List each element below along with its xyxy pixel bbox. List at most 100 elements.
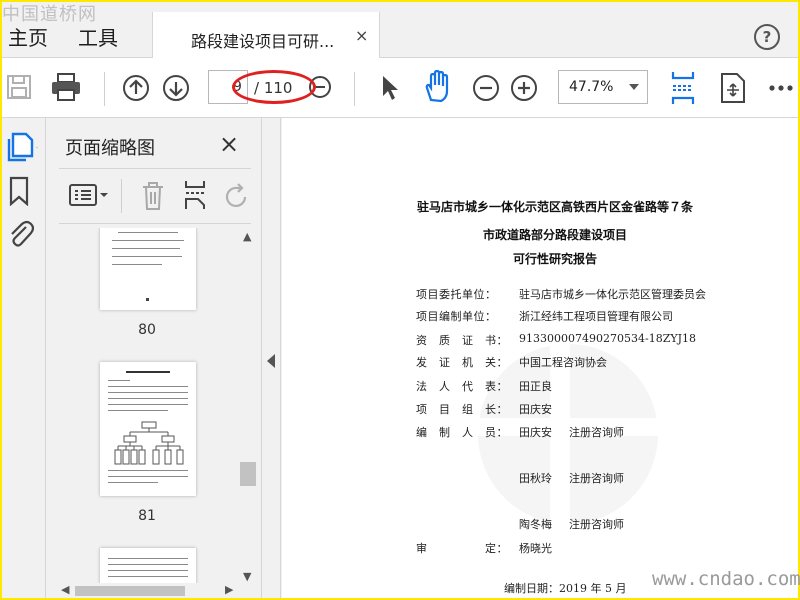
document-title-line: 驻马店市城乡一体化示范区高铁西片区金雀路等７条 — [416, 200, 693, 214]
field-value: 田庆安 — [519, 426, 552, 439]
thumb-text-line — [112, 264, 162, 265]
field-label: 审 定： — [416, 542, 508, 555]
acrobat-window: 主页 工具 路段建设项目可研... × ? 9 / 110 47.7% 页面缩略… — [2, 2, 798, 598]
scroll-up-icon[interactable]: ▲ — [243, 230, 251, 243]
thumbnail-list: 80 81 — [47, 228, 241, 583]
field-label: 项目委托单位： — [416, 288, 497, 301]
zoom-value: 47.7% — [569, 79, 614, 95]
thumb-text-line — [108, 404, 188, 405]
thumb-text-line — [108, 558, 188, 559]
thumbnail-tools — [59, 168, 251, 224]
attachments-icon[interactable] — [6, 218, 34, 248]
toolbar-separator — [354, 72, 355, 106]
scrollbar-thumb[interactable] — [75, 586, 185, 596]
insert-page-icon[interactable] — [183, 179, 209, 211]
zoom-out-icon[interactable] — [472, 74, 500, 102]
scrollbar-thumb[interactable] — [240, 462, 256, 486]
field-value: 杨晓光 — [519, 542, 552, 555]
panel-splitter[interactable] — [261, 118, 281, 598]
site-url-watermark: www.cndao.com — [652, 568, 800, 590]
menu-home[interactable]: 主页 — [8, 22, 48, 51]
thumb-text-line — [108, 564, 188, 565]
chevron-down-icon — [629, 84, 639, 90]
page-thumbnails-icon[interactable] — [4, 130, 38, 164]
compile-date: 编制日期：2019 年 5 月 — [504, 582, 627, 595]
scroll-left-icon[interactable]: ◀ — [61, 583, 69, 596]
site-logo-watermark: 中国道桥网 — [2, 4, 97, 25]
tab-close-icon[interactable]: × — [355, 26, 368, 45]
staff-role: 注册咨询师 — [569, 472, 624, 485]
next-page-icon[interactable] — [162, 74, 190, 102]
tools-separator — [121, 179, 122, 213]
field-value: 驻马店市城乡一体化示范区管理委员会 — [519, 288, 706, 301]
toolbar: 9 / 110 47.7% — [2, 58, 798, 118]
thumb-text-line — [108, 570, 188, 571]
thumbnail-page-81[interactable] — [100, 362, 196, 496]
thumb-text-line — [118, 232, 178, 233]
save-icon[interactable] — [6, 74, 32, 100]
thumb-text-line — [112, 240, 184, 241]
thumbnail-horizontal-scrollbar[interactable]: ◀ ▶ — [47, 583, 237, 598]
hand-tool-icon[interactable] — [422, 70, 454, 104]
thumb-text-line — [108, 386, 188, 387]
options-menu-icon[interactable] — [69, 183, 109, 209]
field-label: 项目编制单位： — [416, 310, 497, 323]
field-value: 田庆安 — [519, 403, 552, 416]
thumb-text-line — [112, 256, 182, 257]
help-icon[interactable]: ? — [754, 24, 780, 50]
field-label: 发 证 机 关： — [416, 356, 508, 369]
document-view[interactable]: 驻马店市城乡一体化示范区高铁西片区金雀路等７条 市政道路部分路段建设项目 可行性… — [282, 118, 798, 598]
document-tab[interactable]: 路段建设项目可研... × — [152, 12, 380, 59]
field-label: 项 目 组 长： — [416, 403, 508, 416]
staff-name: 田秋玲 — [519, 472, 552, 485]
thumb-text-line — [108, 392, 188, 393]
thumbnail-page-82[interactable] — [100, 548, 196, 583]
toolbar-separator — [104, 72, 105, 106]
thumbnail-number: 81 — [138, 508, 156, 524]
field-value: 中国工程咨询协会 — [519, 356, 607, 369]
document-tab-title: 路段建设项目可研... — [191, 32, 335, 51]
thumbnails-panel: 页面缩略图 × 80 81 ▲ ▼ ◀ ▶ — [47, 118, 261, 598]
rotate-icon[interactable] — [223, 183, 251, 211]
thumb-text-line — [108, 410, 168, 411]
highlight-annotation-oval — [232, 70, 316, 104]
thumb-heading — [126, 371, 170, 373]
print-icon[interactable] — [50, 72, 82, 102]
field-value: 913300007490270534-18ZYJ18 — [519, 332, 696, 345]
field-label: 法 人 代 表： — [416, 380, 508, 393]
more-options-icon[interactable] — [768, 84, 794, 92]
field-value: 浙江经纬工程项目管理有限公司 — [519, 310, 673, 323]
previous-page-icon[interactable] — [122, 74, 150, 102]
menu-bar: 主页 工具 路段建设项目可研... × ? — [2, 2, 798, 59]
thumb-text-line — [108, 476, 188, 477]
field-label: 编 制 人 员： — [416, 426, 508, 439]
scroll-down-icon[interactable]: ▼ — [243, 570, 251, 583]
page-display-icon[interactable] — [720, 72, 746, 104]
thumbnail-number: 80 — [138, 322, 156, 338]
bookmarks-icon[interactable] — [8, 176, 30, 206]
staff-name: 陶冬梅 — [519, 518, 552, 531]
panel-title: 页面缩略图 — [65, 138, 155, 159]
thumb-text-line — [108, 380, 130, 381]
thumb-text-line — [108, 482, 158, 483]
select-pointer-icon[interactable] — [380, 74, 400, 102]
field-role: 注册咨询师 — [569, 426, 624, 439]
trash-icon[interactable] — [141, 181, 165, 211]
zoom-in-icon[interactable] — [510, 74, 538, 102]
fit-page-icon[interactable] — [670, 70, 696, 106]
collapse-panel-icon[interactable] — [267, 354, 275, 368]
thumb-text-line — [112, 248, 180, 249]
navigation-rail — [2, 118, 46, 598]
staff-role: 注册咨询师 — [569, 518, 624, 531]
scroll-right-icon[interactable]: ▶ — [225, 583, 233, 596]
close-icon[interactable]: × — [219, 130, 239, 158]
thumb-text-line — [108, 398, 188, 399]
thumb-text-line — [108, 470, 188, 471]
field-label: 资 质 证 书： — [416, 334, 508, 347]
zoom-dropdown[interactable]: 47.7% — [558, 70, 648, 104]
menu-tools[interactable]: 工具 — [78, 22, 118, 51]
thumbnail-vertical-scrollbar[interactable]: ▲ ▼ — [238, 230, 258, 586]
thumb-org-chart — [114, 421, 184, 465]
document-title-line: 市政道路部分路段建设项目 — [482, 228, 627, 242]
thumbnail-page-80[interactable] — [100, 228, 196, 310]
